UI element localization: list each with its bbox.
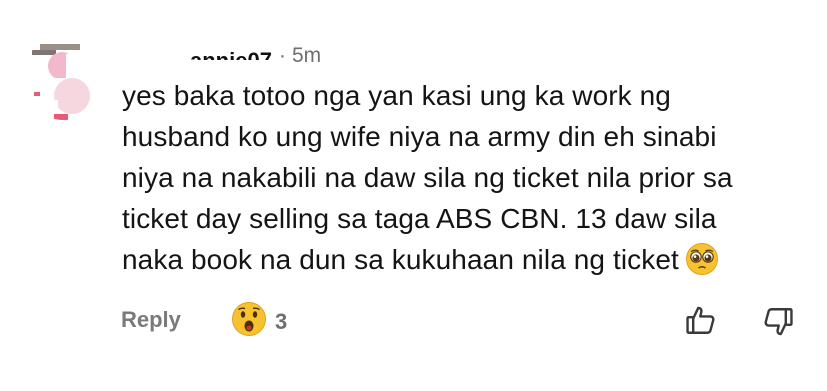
- dislike-button[interactable]: [761, 305, 795, 339]
- header-separator: ·: [278, 44, 286, 67]
- thumbs-down-icon: [761, 308, 795, 343]
- pleading-face-icon: [685, 242, 719, 287]
- comment-line-text: naka book na dun sa kukuhaan nila ng tic…: [122, 244, 679, 275]
- reaction-summary[interactable]: 3: [231, 301, 287, 342]
- comment-line: niya na nakabili na daw sila ng ticket n…: [122, 162, 733, 193]
- comment-line: yes baka totoo nga yan kasi ung ka work …: [122, 80, 671, 111]
- comment-line: ticket day selling sa taga ABS CBN. 13 d…: [122, 203, 717, 234]
- avatar[interactable]: [22, 36, 106, 120]
- like-button[interactable]: [684, 303, 718, 337]
- thumbs-up-icon: [684, 306, 718, 341]
- comment-body: yes baka totoo nga yan kasi ung ka work …: [122, 75, 812, 287]
- username[interactable]: annie07: [190, 46, 272, 60]
- comment-line: husband ko ung wife niya na army din eh …: [122, 121, 717, 152]
- avatar-image: [22, 36, 106, 120]
- comment-actions: Reply 3: [121, 301, 801, 341]
- timestamp: 5m: [291, 44, 322, 67]
- reply-button[interactable]: Reply: [121, 307, 181, 333]
- astonished-face-icon: [231, 301, 267, 342]
- comment-header: annie07 · 5m: [190, 41, 321, 71]
- comment-line-last: naka book na dun sa kukuhaan nila ng tic…: [122, 239, 812, 287]
- reaction-count: 3: [275, 308, 288, 334]
